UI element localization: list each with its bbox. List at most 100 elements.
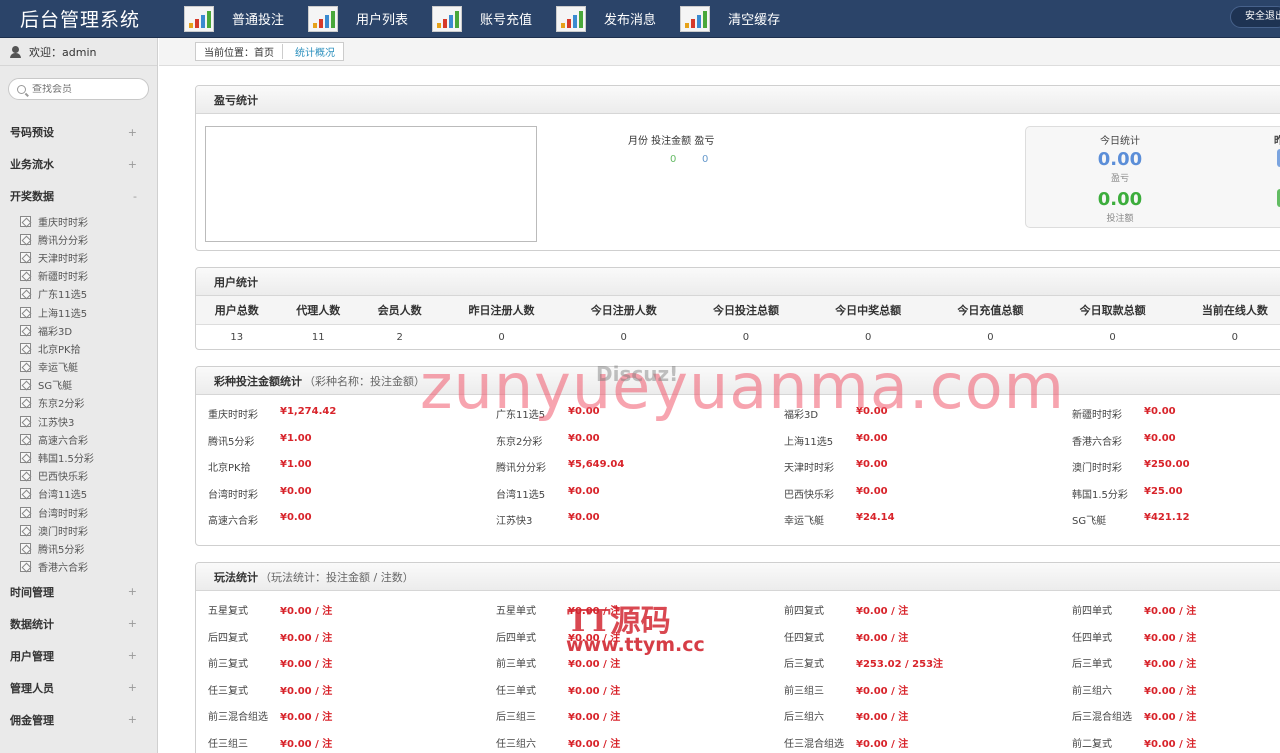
grid-label: 前二复式 — [1072, 738, 1112, 750]
grid-label: 江苏快3 — [496, 516, 533, 527]
grid-label: 韩国1.5分彩 — [1072, 489, 1128, 501]
lottery-item-icon — [20, 361, 31, 373]
sidebar-lottery-item[interactable]: 澳门时时彩 — [20, 521, 157, 539]
sidebar-lottery-item[interactable]: 广东11选5 — [20, 285, 157, 303]
sidebar-lottery-item[interactable]: 东京2分彩 — [20, 394, 157, 412]
grid-value: ¥421.12 — [1144, 512, 1190, 523]
today-stats-title: 今日统计 — [1100, 136, 1140, 147]
nav-item-2[interactable]: 账号充值 — [432, 0, 532, 38]
grid-value: ¥0.00 — [568, 432, 600, 444]
sidebar-lottery-item[interactable]: 腾讯5分彩 — [20, 539, 157, 557]
sidebar-lottery-item[interactable]: 江苏快3 — [20, 412, 157, 430]
sidebar-group-4[interactable]: 佣金管理 + — [0, 704, 157, 736]
sidebar-lottery-label: SG飞艇 — [38, 381, 73, 393]
user-stats-header: 今日充值总额 — [929, 296, 1052, 325]
sidebar-lottery-label: 天津时时彩 — [38, 253, 88, 265]
sidebar-group-label: 开奖数据 — [10, 190, 54, 203]
sidebar-group-label: 管理人员 — [10, 681, 54, 695]
sidebar-lottery-item[interactable]: SG飞艇 — [20, 376, 157, 394]
lottery-item-icon — [20, 233, 31, 245]
sidebar-lottery-item[interactable]: 重庆时时彩 — [20, 212, 157, 230]
grid-value: ¥0.00 — [856, 406, 888, 417]
nav-item-4[interactable]: 清空缓存 — [680, 0, 780, 38]
sidebar-lottery-label: 东京2分彩 — [38, 399, 85, 411]
sidebar-lottery-item[interactable]: 韩国1.5分彩 — [20, 448, 157, 466]
sidebar-lottery-item[interactable]: 高速六合彩 — [20, 430, 157, 448]
nav-item-label: 用户列表 — [356, 13, 409, 28]
user-stats-title: 用户统计 — [196, 268, 1280, 296]
grid-value: ¥24.14 — [856, 512, 895, 523]
lottery-item-icon — [20, 342, 31, 354]
sidebar-lottery-item[interactable]: 北京PK拾 — [20, 339, 157, 357]
grid-value: ¥0.00 / 注 — [568, 738, 621, 750]
sidebar-group-0[interactable]: 时间管理 + — [0, 576, 157, 608]
sidebar-group-0[interactable]: 号码预设 + — [0, 116, 157, 148]
grid-label: 任四单式 — [1072, 632, 1112, 644]
sidebar-lottery-label: 台湾11选5 — [38, 490, 88, 502]
grid-value: ¥0.00 / 注 — [856, 606, 909, 617]
breadcrumb-current: 统计概况 — [282, 44, 343, 59]
nav-item-label: 账号充值 — [480, 13, 533, 28]
grid-label: 前三组三 — [784, 685, 824, 697]
grid-value: ¥0.00 — [568, 406, 600, 417]
sidebar-lottery-item[interactable]: 新疆时时彩 — [20, 267, 157, 285]
grid-value: ¥0.00 / 注 — [1144, 685, 1197, 697]
sidebar-lottery-item[interactable]: 巴西快乐彩 — [20, 467, 157, 485]
chart-icon — [432, 5, 463, 32]
safe-exit-button[interactable]: 安全退出 — [1230, 6, 1280, 28]
lottery-item-icon — [20, 452, 31, 464]
lottery-item-icon — [20, 506, 31, 518]
grid-label: 任三复式 — [208, 685, 248, 697]
grid-label: 台湾时时彩 — [208, 489, 258, 501]
sidebar-group-1[interactable]: 业务流水 + — [0, 148, 157, 180]
sidebar-lottery-item[interactable]: 天津时时彩 — [20, 248, 157, 266]
grid-label: 澳门时时彩 — [1072, 463, 1122, 474]
lottery-item-icon — [20, 270, 31, 282]
grid-value: ¥253.02 / 253注 — [856, 659, 944, 670]
grid-label: 任三组六 — [496, 738, 536, 750]
sidebar-lottery-item[interactable]: 台湾11选5 — [20, 485, 157, 503]
user-stats-value: 13 — [230, 331, 244, 343]
grid-label: 五星复式 — [208, 606, 248, 617]
chart-icon — [184, 5, 214, 32]
grid-value: ¥0.00 / 注 — [1144, 712, 1197, 723]
sidebar-lottery-item[interactable]: 腾讯分分彩 — [20, 230, 157, 248]
grid-value: ¥0.00 / 注 — [1144, 659, 1197, 670]
grid-label: 前三组六 — [1072, 685, 1112, 697]
nav-item-0[interactable]: 普通投注 — [184, 0, 284, 38]
lottery-item-icon — [20, 561, 31, 573]
sidebar: 欢迎：admin 号码预设 + 业务流水 + 开奖数据 - 重庆时时彩腾讯分分彩天津时时彩新… — [0, 38, 158, 753]
sidebar-lottery-item[interactable]: 福彩3D — [20, 321, 157, 339]
sidebar-lottery-item[interactable]: 香港六合彩 — [20, 558, 157, 576]
top-nav-bar: 后台管理系统 普通投注 用户列表 账号充值 发布消息 清空缓存 安全退出 — [0, 0, 1280, 38]
grid-label: 前三混合组选 — [208, 712, 268, 723]
sidebar-group-1[interactable]: 数据统计 + — [0, 608, 157, 640]
sidebar-group-2[interactable]: 开奖数据 - — [0, 180, 157, 212]
nav-item-1[interactable]: 用户列表 — [308, 0, 408, 38]
today-bet-label: 投注额 — [1106, 214, 1134, 224]
legend-value-bet: 0 — [670, 154, 677, 165]
nav-item-3[interactable]: 发布消息 — [556, 0, 656, 38]
grid-value: ¥0.00 — [280, 512, 312, 523]
lottery-item-icon — [20, 251, 31, 263]
grid-value: ¥0.00 / 注 — [568, 606, 621, 617]
grid-label: 后三组六 — [784, 712, 824, 723]
grid-label: 任三单式 — [496, 685, 536, 697]
grid-value: ¥0.00 / 注 — [568, 712, 621, 723]
sidebar-lottery-item[interactable]: 台湾时时彩 — [20, 503, 157, 521]
breadcrumb-home[interactable]: 当前位置：首页 — [196, 44, 282, 59]
grid-label: 后三单式 — [1072, 659, 1112, 670]
sidebar-group-2[interactable]: 用户管理 + — [0, 640, 157, 672]
member-search-input[interactable] — [32, 83, 132, 95]
chart-icon — [556, 5, 587, 32]
sidebar-lottery-label: 高速六合彩 — [38, 435, 88, 447]
profit-panel-title: 盈亏统计 — [196, 86, 1280, 114]
sidebar-lottery-item[interactable]: 幸运飞艇 — [20, 358, 157, 376]
grid-label: 腾讯分分彩 — [496, 463, 546, 474]
grid-value: ¥250.00 — [1144, 459, 1190, 470]
sidebar-lottery-item[interactable]: 上海11选5 — [20, 303, 157, 321]
sidebar-group-3[interactable]: 管理人员 + — [0, 672, 157, 704]
member-search[interactable] — [8, 78, 149, 100]
grid-label: 台湾11选5 — [496, 489, 546, 501]
grid-label: 东京2分彩 — [496, 436, 543, 448]
